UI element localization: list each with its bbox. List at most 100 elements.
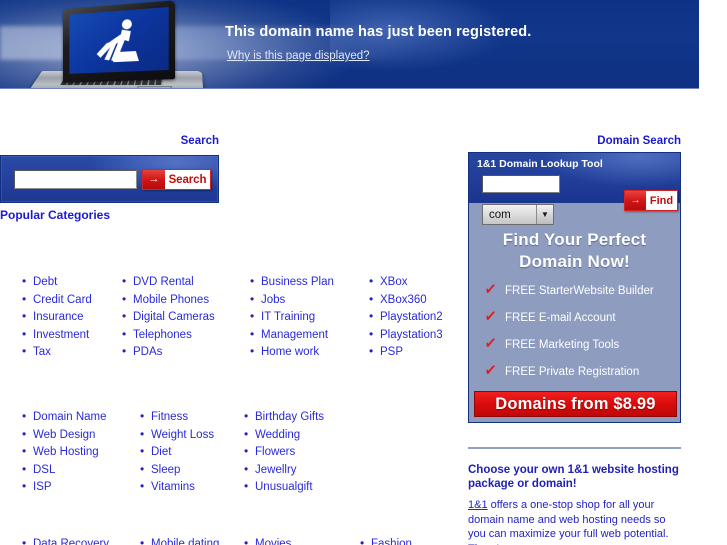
category-column: • Domain Name • Web Design • Web Hosting • D… bbox=[22, 408, 107, 496]
list-item[interactable]: • Weight Loss bbox=[140, 426, 214, 444]
list-item[interactable]: • Sleep bbox=[140, 461, 214, 479]
tld-select[interactable]: com ▼ bbox=[482, 204, 554, 225]
category-link[interactable]: XBox360 bbox=[380, 292, 427, 310]
list-item[interactable]: • PDAs bbox=[122, 343, 215, 361]
domain-name-input[interactable] bbox=[482, 175, 560, 193]
list-item[interactable]: • Mobile dating bbox=[140, 535, 219, 545]
category-group-1: • Debt • Credit Card • Insurance • Investmen… bbox=[0, 273, 460, 363]
category-column: • Movies bbox=[244, 535, 291, 545]
list-item[interactable]: • PSP bbox=[369, 343, 443, 361]
category-link[interactable]: DVD Rental bbox=[133, 274, 194, 292]
list-item[interactable]: • Credit Card bbox=[22, 291, 92, 309]
domain-feature: ✓ FREE E-mail Account bbox=[483, 308, 673, 326]
list-item[interactable]: • DVD Rental bbox=[122, 273, 215, 291]
list-item[interactable]: • Telephones bbox=[122, 326, 215, 344]
list-item[interactable]: • Web Hosting bbox=[22, 443, 107, 461]
domain-find-label: Find bbox=[649, 194, 674, 207]
category-link[interactable]: Web Hosting bbox=[33, 444, 99, 462]
category-link[interactable]: Flowers bbox=[255, 444, 295, 462]
category-link[interactable]: Domain Name bbox=[33, 409, 107, 427]
category-link[interactable]: Fashion bbox=[371, 536, 412, 545]
bullet-icon: • bbox=[244, 461, 249, 476]
list-item[interactable]: • Mobile Phones bbox=[122, 291, 215, 309]
category-link[interactable]: Fitness bbox=[151, 409, 188, 427]
search-input[interactable] bbox=[14, 170, 137, 189]
brand-link[interactable]: 1&1 bbox=[468, 499, 488, 511]
bullet-icon: • bbox=[122, 291, 127, 306]
list-item[interactable]: • IT Training bbox=[250, 308, 334, 326]
category-link[interactable]: Web Design bbox=[33, 427, 95, 445]
category-link[interactable]: DSL bbox=[33, 462, 55, 480]
list-item[interactable]: • Unusualgift bbox=[244, 478, 324, 496]
list-item[interactable]: • XBox bbox=[369, 273, 443, 291]
category-link[interactable]: Unusualgift bbox=[255, 479, 313, 497]
list-item[interactable]: • Jewellry bbox=[244, 461, 324, 479]
list-item[interactable]: • Web Design bbox=[22, 426, 107, 444]
bullet-icon: • bbox=[250, 344, 255, 358]
category-link[interactable]: Jewellry bbox=[255, 462, 297, 480]
category-link[interactable]: Home work bbox=[261, 344, 319, 362]
list-item[interactable]: • ISP bbox=[22, 478, 107, 496]
list-item[interactable]: • Insurance bbox=[22, 308, 92, 326]
bullet-icon: • bbox=[369, 326, 374, 341]
list-item[interactable]: • Home work bbox=[250, 343, 334, 361]
category-link[interactable]: Mobile Phones bbox=[133, 292, 209, 310]
list-item[interactable]: • Playstation2 bbox=[369, 308, 443, 326]
category-link[interactable]: Mobile dating bbox=[151, 536, 219, 545]
list-item[interactable]: • Wedding bbox=[244, 426, 324, 444]
category-link[interactable]: Playstation3 bbox=[380, 327, 443, 345]
category-link[interactable]: Tax bbox=[33, 344, 51, 362]
list-item[interactable]: • DSL bbox=[22, 461, 107, 479]
list-item[interactable]: • Debt bbox=[22, 273, 92, 291]
category-link[interactable]: IT Training bbox=[261, 309, 315, 327]
category-link[interactable]: Investment bbox=[33, 327, 89, 345]
category-link[interactable]: Wedding bbox=[255, 427, 300, 445]
domain-feature-label: FREE Private Registration bbox=[505, 366, 640, 378]
category-link[interactable]: Credit Card bbox=[33, 292, 92, 310]
category-link[interactable]: Sleep bbox=[151, 462, 180, 480]
list-item[interactable]: • Flowers bbox=[244, 443, 324, 461]
category-link[interactable]: Management bbox=[261, 327, 328, 345]
list-item[interactable]: • Birthday Gifts bbox=[244, 408, 324, 426]
banner-glow-decor bbox=[330, 0, 660, 88]
category-link[interactable]: PSP bbox=[380, 344, 403, 362]
list-item[interactable]: • Vitamins bbox=[140, 478, 214, 496]
laptop-roadworks-icon bbox=[24, 0, 204, 88]
category-link[interactable]: Data Recovery bbox=[33, 536, 109, 545]
list-item[interactable]: • XBox360 bbox=[369, 291, 443, 309]
list-item[interactable]: • Movies bbox=[244, 535, 291, 545]
list-item[interactable]: • Fitness bbox=[140, 408, 214, 426]
category-link[interactable]: Insurance bbox=[33, 309, 84, 327]
list-item[interactable]: • Playstation3 bbox=[369, 326, 443, 344]
category-link[interactable]: XBox bbox=[380, 274, 408, 292]
category-link[interactable]: Jobs bbox=[261, 292, 285, 310]
list-item[interactable]: • Data Recovery bbox=[22, 535, 109, 545]
list-item[interactable]: • Domain Name bbox=[22, 408, 107, 426]
bullet-icon: • bbox=[22, 479, 27, 493]
category-link[interactable]: Playstation2 bbox=[380, 309, 443, 327]
category-link[interactable]: ISP bbox=[33, 479, 52, 497]
category-link[interactable]: Diet bbox=[151, 444, 171, 462]
list-item[interactable]: • Diet bbox=[140, 443, 214, 461]
list-item[interactable]: • Digital Cameras bbox=[122, 308, 215, 326]
category-link[interactable]: Digital Cameras bbox=[133, 309, 215, 327]
domain-find-button[interactable]: → Find bbox=[624, 190, 678, 211]
category-link[interactable]: Debt bbox=[33, 274, 57, 292]
list-item[interactable]: • Jobs bbox=[250, 291, 334, 309]
category-link[interactable]: Vitamins bbox=[151, 479, 195, 497]
category-link[interactable]: Movies bbox=[255, 536, 291, 545]
list-item[interactable]: • Management bbox=[250, 326, 334, 344]
list-item[interactable]: • Tax bbox=[22, 343, 92, 361]
bullet-icon: • bbox=[140, 409, 145, 423]
bullet-icon: • bbox=[244, 409, 249, 423]
list-item[interactable]: • Fashion bbox=[360, 535, 412, 545]
category-link[interactable]: Business Plan bbox=[261, 274, 334, 292]
category-link[interactable]: Birthday Gifts bbox=[255, 409, 324, 427]
why-displayed-link[interactable]: Why is this page displayed? bbox=[227, 50, 370, 62]
category-link[interactable]: Weight Loss bbox=[151, 427, 214, 445]
list-item[interactable]: • Investment bbox=[22, 326, 92, 344]
search-button[interactable]: → Search bbox=[142, 169, 211, 190]
list-item[interactable]: • Business Plan bbox=[250, 273, 334, 291]
category-link[interactable]: Telephones bbox=[133, 327, 192, 345]
category-link[interactable]: PDAs bbox=[133, 344, 162, 362]
